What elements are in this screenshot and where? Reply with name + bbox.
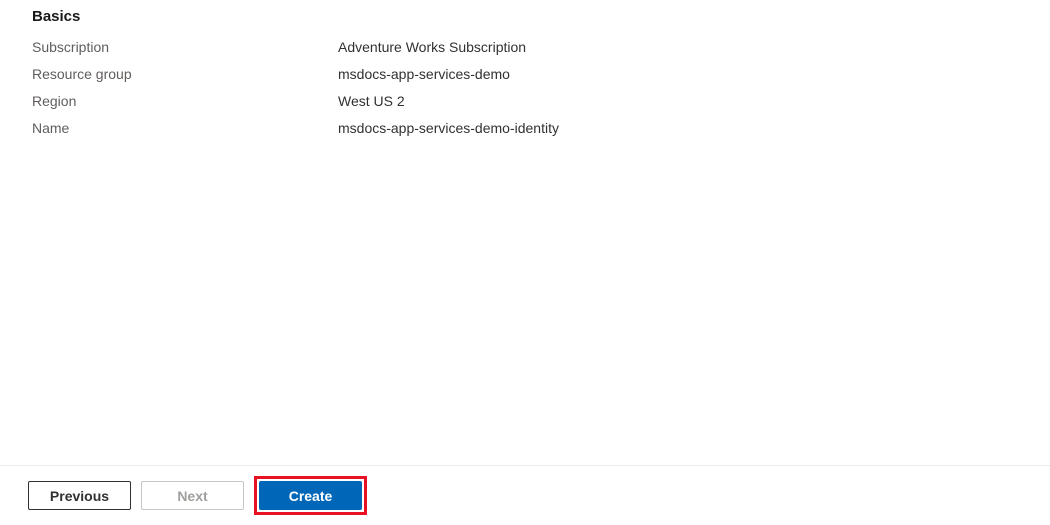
property-value-resource-group: msdocs-app-services-demo: [338, 66, 510, 82]
next-button: Next: [141, 481, 244, 510]
wizard-footer: Previous Next Create: [0, 465, 1050, 525]
property-label-subscription: Subscription: [32, 39, 338, 55]
property-row: Subscription Adventure Works Subscriptio…: [32, 39, 1050, 55]
property-value-name: msdocs-app-services-demo-identity: [338, 120, 559, 136]
property-row: Resource group msdocs-app-services-demo: [32, 66, 1050, 82]
property-list: Subscription Adventure Works Subscriptio…: [32, 39, 1050, 136]
property-label-region: Region: [32, 93, 338, 109]
property-row: Region West US 2: [32, 93, 1050, 109]
review-panel: Basics Subscription Adventure Works Subs…: [0, 0, 1050, 136]
property-label-resource-group: Resource group: [32, 66, 338, 82]
property-label-name: Name: [32, 120, 338, 136]
property-value-region: West US 2: [338, 93, 405, 109]
previous-button[interactable]: Previous: [28, 481, 131, 510]
section-heading-basics: Basics: [32, 8, 1050, 25]
property-row: Name msdocs-app-services-demo-identity: [32, 120, 1050, 136]
create-button-highlight: Create: [254, 476, 367, 515]
property-value-subscription: Adventure Works Subscription: [338, 39, 526, 55]
create-button[interactable]: Create: [259, 481, 362, 510]
